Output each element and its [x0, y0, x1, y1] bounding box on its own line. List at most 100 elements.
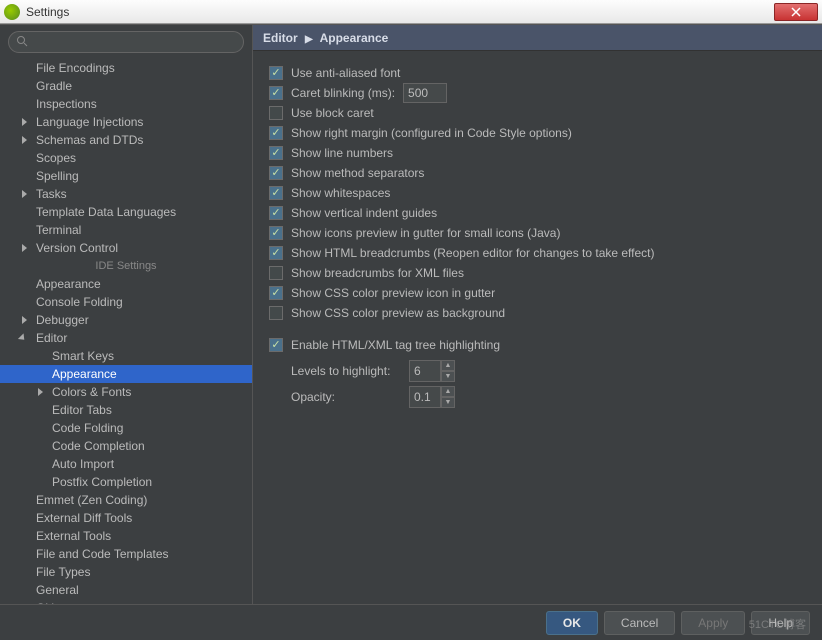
spinner-label: Opacity: [291, 390, 401, 404]
close-icon [791, 7, 801, 17]
option-row: Show vertical indent guides [269, 203, 806, 223]
tree-item[interactable]: Auto Import [0, 455, 252, 473]
option-label: Show CSS color preview icon in gutter [291, 286, 495, 300]
checkbox[interactable] [269, 226, 283, 240]
settings-tree[interactable]: File EncodingsGradleInspectionsLanguage … [0, 59, 252, 604]
option-label: Show whitespaces [291, 186, 390, 200]
tree-item[interactable]: Code Completion [0, 437, 252, 455]
tree-item[interactable]: Appearance [0, 275, 252, 293]
checkbox[interactable] [269, 266, 283, 280]
checkbox[interactable] [269, 338, 283, 352]
tree-item[interactable]: External Diff Tools [0, 509, 252, 527]
tree-item[interactable]: Language Injections [0, 113, 252, 131]
ok-button[interactable]: OK [546, 611, 598, 635]
spinner-input[interactable] [409, 386, 441, 408]
breadcrumb: Editor ▶ Appearance [253, 25, 822, 51]
help-button[interactable]: Help [751, 611, 810, 635]
option-label: Use block caret [291, 106, 374, 120]
checkbox[interactable] [269, 166, 283, 180]
search-input[interactable] [8, 31, 244, 53]
spinner-down-icon[interactable]: ▼ [441, 371, 455, 382]
option-row: Use anti-aliased font [269, 63, 806, 83]
checkbox[interactable] [269, 246, 283, 260]
main-area: File EncodingsGradleInspectionsLanguage … [0, 24, 822, 604]
option-label: Show vertical indent guides [291, 206, 437, 220]
app-icon [4, 4, 20, 20]
tree-item[interactable]: Colors & Fonts [0, 383, 252, 401]
opacity-row: Opacity: ▲▼ [291, 387, 806, 407]
checkbox[interactable] [269, 146, 283, 160]
option-label: Use anti-aliased font [291, 66, 400, 80]
breadcrumb-leaf: Appearance [320, 31, 389, 45]
levels-row: Levels to highlight: ▲▼ [291, 361, 806, 381]
option-label: Show HTML breadcrumbs (Reopen editor for… [291, 246, 655, 260]
ide-settings-divider: IDE Settings [0, 257, 252, 275]
option-label: Show method separators [291, 166, 424, 180]
spinner-up-icon[interactable]: ▲ [441, 360, 455, 371]
checkbox[interactable] [269, 106, 283, 120]
checkbox[interactable] [269, 86, 283, 100]
option-row: Show icons preview in gutter for small i… [269, 223, 806, 243]
tree-item[interactable]: Inspections [0, 95, 252, 113]
option-row: Show right margin (configured in Code St… [269, 123, 806, 143]
cancel-button[interactable]: Cancel [604, 611, 675, 635]
tree-item[interactable]: File Types [0, 563, 252, 581]
option-row: Show line numbers [269, 143, 806, 163]
checkbox[interactable] [269, 306, 283, 320]
tree-item[interactable]: Tasks [0, 185, 252, 203]
content-panel: Editor ▶ Appearance Use anti-aliased fon… [253, 25, 822, 604]
number-input[interactable] [403, 83, 447, 103]
option-row: Show HTML breadcrumbs (Reopen editor for… [269, 243, 806, 263]
tree-item[interactable]: Console Folding [0, 293, 252, 311]
option-label: Caret blinking (ms): [291, 86, 395, 100]
checkbox[interactable] [269, 206, 283, 220]
chevron-right-icon: ▶ [305, 34, 313, 45]
tree-item[interactable]: Debugger [0, 311, 252, 329]
tree-item[interactable]: Postfix Completion [0, 473, 252, 491]
tree-item[interactable]: General [0, 581, 252, 599]
tree-item[interactable]: Smart Keys [0, 347, 252, 365]
tree-item[interactable]: Code Folding [0, 419, 252, 437]
tree-item[interactable]: Scopes [0, 149, 252, 167]
option-row: Enable HTML/XML tag tree highlighting [269, 335, 806, 355]
option-row: Caret blinking (ms): [269, 83, 806, 103]
option-row: Show whitespaces [269, 183, 806, 203]
tree-item[interactable]: Schemas and DTDs [0, 131, 252, 149]
tree-item[interactable]: Spelling [0, 167, 252, 185]
option-row: Show breadcrumbs for XML files [269, 263, 806, 283]
apply-button[interactable]: Apply [681, 611, 745, 635]
checkbox[interactable] [269, 286, 283, 300]
tree-item[interactable]: Template Data Languages [0, 203, 252, 221]
tree-item[interactable]: Gradle [0, 77, 252, 95]
tree-item[interactable]: Emmet (Zen Coding) [0, 491, 252, 509]
spinner-input[interactable] [409, 360, 441, 382]
tree-item[interactable]: Terminal [0, 221, 252, 239]
option-row: Show method separators [269, 163, 806, 183]
sidebar: File EncodingsGradleInspectionsLanguage … [0, 25, 253, 604]
options-panel: Use anti-aliased font Caret blinking (ms)… [253, 51, 822, 419]
spinner-label: Levels to highlight: [291, 364, 401, 378]
tree-item[interactable]: Editor [0, 329, 252, 347]
footer: OK Cancel Apply Help [0, 604, 822, 640]
option-label: Enable HTML/XML tag tree highlighting [291, 338, 500, 352]
option-label: Show right margin (configured in Code St… [291, 126, 572, 140]
option-label: Show icons preview in gutter for small i… [291, 226, 560, 240]
option-row: Show CSS color preview as background [269, 303, 806, 323]
tree-item[interactable]: External Tools [0, 527, 252, 545]
tree-item[interactable]: File Encodings [0, 59, 252, 77]
opacity-spinner[interactable]: ▲▼ [409, 386, 455, 408]
checkbox[interactable] [269, 126, 283, 140]
tree-item[interactable]: File and Code Templates [0, 545, 252, 563]
spinner-up-icon[interactable]: ▲ [441, 386, 455, 397]
spinner-down-icon[interactable]: ▼ [441, 397, 455, 408]
close-button[interactable] [774, 3, 818, 21]
tree-item[interactable]: Appearance [0, 365, 252, 383]
tree-item[interactable]: Editor Tabs [0, 401, 252, 419]
window-title: Settings [26, 5, 774, 19]
checkbox[interactable] [269, 66, 283, 80]
search-wrap [0, 25, 252, 59]
tree-item[interactable]: Version Control [0, 239, 252, 257]
option-row: Use block caret [269, 103, 806, 123]
checkbox[interactable] [269, 186, 283, 200]
levels-spinner[interactable]: ▲▼ [409, 360, 455, 382]
